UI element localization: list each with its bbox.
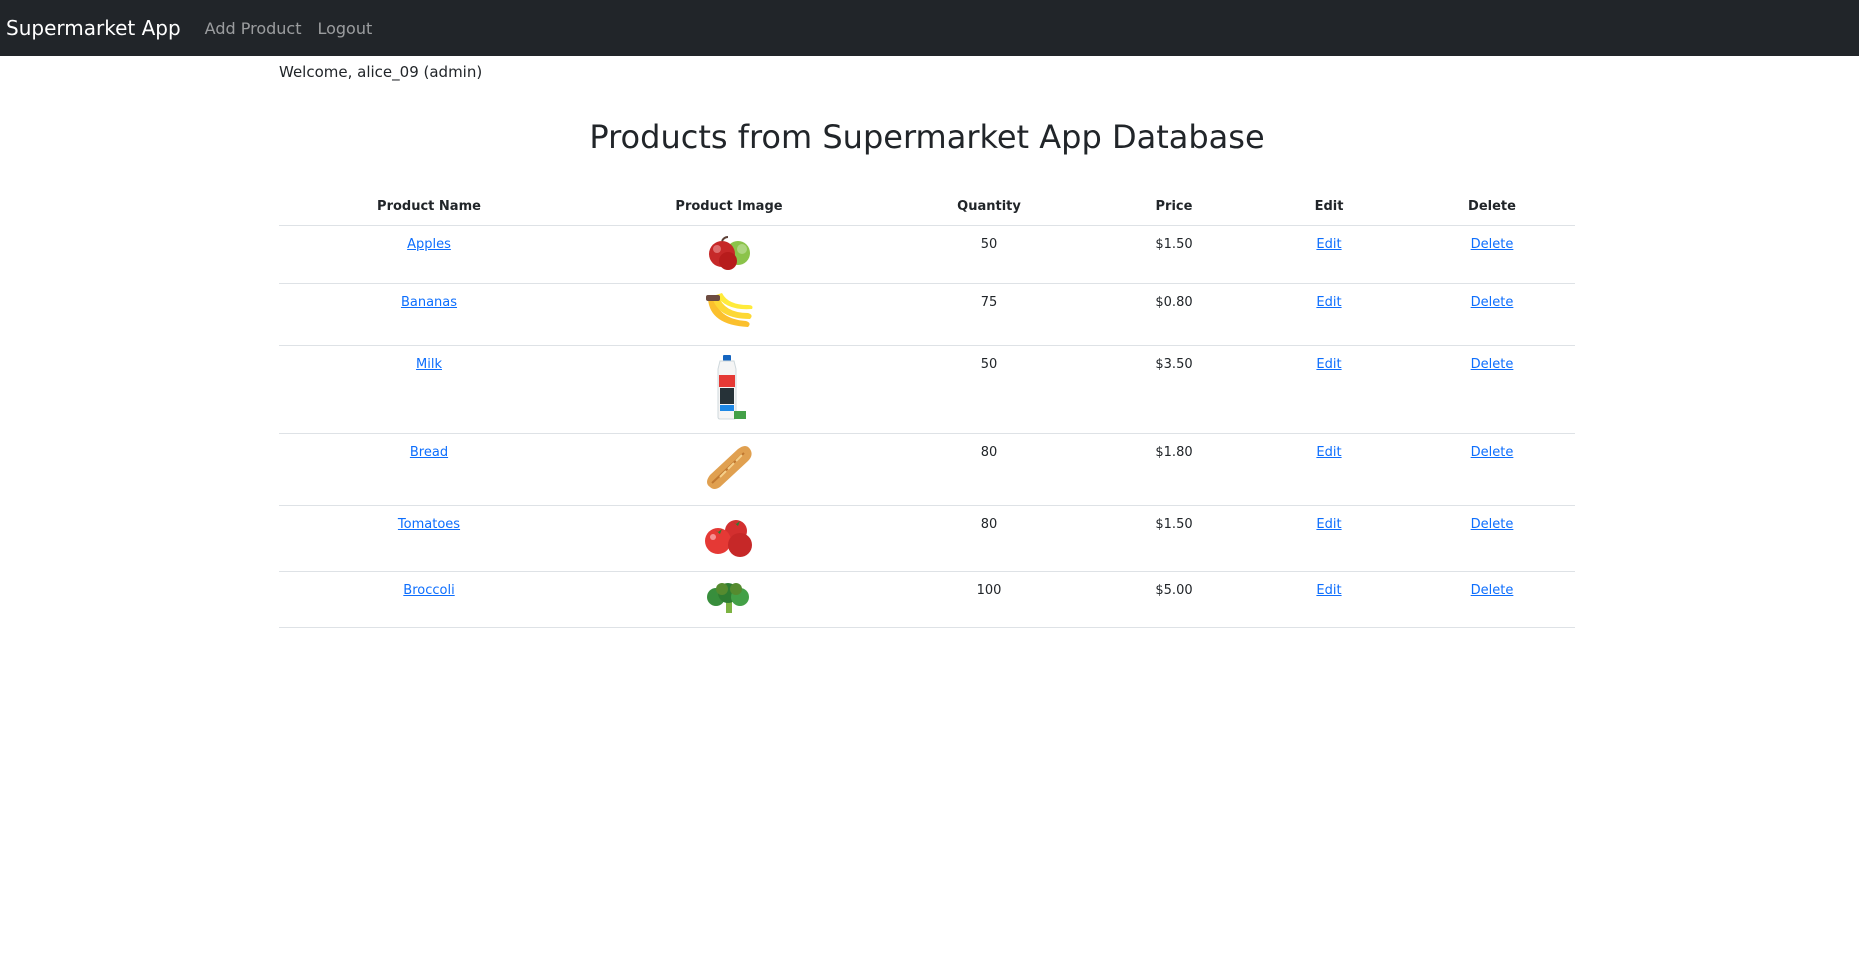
price-cell: $1.50 — [1099, 505, 1249, 572]
header-price: Price — [1099, 188, 1249, 226]
page-title: Products from Supermarket App Database — [589, 118, 1265, 156]
table-row: Bananas 75 $0.80 Edit Delete — [279, 283, 1575, 346]
delete-link[interactable]: Delete — [1471, 445, 1514, 460]
bananas-image — [700, 292, 758, 333]
price-cell: $1.50 — [1099, 225, 1249, 284]
add-product-link[interactable]: Add Product — [205, 19, 302, 38]
product-name-link[interactable]: Bananas — [401, 295, 457, 310]
table-row: Milk 50 $3.50 Edit Delete — [279, 345, 1575, 434]
quantity-cell: 50 — [879, 345, 1099, 434]
product-name-link[interactable]: Tomatoes — [398, 517, 460, 532]
quantity-cell: 80 — [879, 433, 1099, 506]
table-row: Broccoli 100 $5.00 Edit Delete — [279, 571, 1575, 628]
header-quantity: Quantity — [879, 188, 1099, 226]
quantity-cell: 80 — [879, 505, 1099, 572]
edit-link[interactable]: Edit — [1316, 583, 1341, 598]
edit-link[interactable]: Edit — [1316, 517, 1341, 532]
header-delete: Delete — [1409, 188, 1575, 226]
edit-link[interactable]: Edit — [1316, 445, 1341, 460]
milk-image — [700, 354, 758, 421]
product-name-link[interactable]: Apples — [407, 237, 451, 252]
price-cell: $0.80 — [1099, 283, 1249, 346]
delete-link[interactable]: Delete — [1471, 517, 1514, 532]
quantity-cell: 75 — [879, 283, 1099, 346]
table-row: Bread 80 $1.80 Edit Delete — [279, 433, 1575, 506]
delete-link[interactable]: Delete — [1471, 295, 1514, 310]
logout-link[interactable]: Logout — [317, 19, 372, 38]
edit-link[interactable]: Edit — [1316, 295, 1341, 310]
header-product-name: Product Name — [279, 188, 579, 226]
top-navbar: Supermarket App Add Product Logout — [0, 0, 1859, 56]
table-header-row: Product Name Product Image Quantity Pric… — [279, 188, 1575, 226]
tomatoes-image — [700, 515, 758, 559]
product-name-link[interactable]: Bread — [410, 445, 448, 460]
quantity-cell: 50 — [879, 225, 1099, 284]
quantity-cell: 100 — [879, 571, 1099, 628]
bread-image — [700, 443, 758, 493]
table-row: Apples 50 $1.50 Edit Delete — [279, 225, 1575, 284]
delete-link[interactable]: Delete — [1471, 237, 1514, 252]
price-cell: $5.00 — [1099, 571, 1249, 628]
main-container: Welcome, alice_09 (admin) Products from … — [279, 60, 1575, 628]
broccoli-image — [700, 581, 758, 615]
delete-link[interactable]: Delete — [1471, 357, 1514, 372]
price-cell: $3.50 — [1099, 345, 1249, 434]
header-edit: Edit — [1249, 188, 1409, 226]
brand-link[interactable]: Supermarket App — [6, 16, 181, 40]
edit-link[interactable]: Edit — [1316, 237, 1341, 252]
table-row: Tomatoes 80 $1.50 Edit Delete — [279, 505, 1575, 572]
price-cell: $1.80 — [1099, 433, 1249, 506]
edit-link[interactable]: Edit — [1316, 357, 1341, 372]
apples-image — [700, 235, 758, 271]
product-name-link[interactable]: Broccoli — [403, 583, 454, 598]
product-name-link[interactable]: Milk — [416, 357, 442, 372]
products-table: Product Name Product Image Quantity Pric… — [279, 188, 1575, 628]
delete-link[interactable]: Delete — [1471, 583, 1514, 598]
header-product-image: Product Image — [579, 188, 879, 226]
welcome-message: Welcome, alice_09 (admin) — [279, 63, 483, 81]
